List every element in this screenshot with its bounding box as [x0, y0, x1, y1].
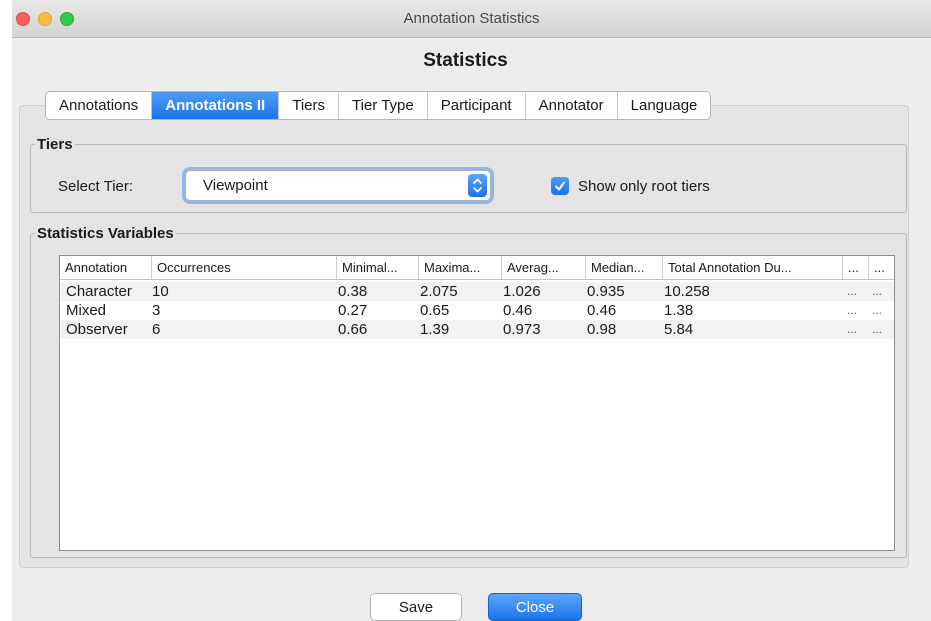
tab-annotations-ii[interactable]: Annotations II [152, 92, 280, 119]
cell-more-1: ... [847, 322, 858, 336]
tiers-group-legend: Tiers [37, 136, 73, 153]
cell-total-duration: 5.84 [664, 321, 694, 338]
tab-tier-type[interactable]: Tier Type [339, 92, 428, 119]
column-header-annotation[interactable]: Annotation [60, 256, 152, 280]
cell-minimal: 0.27 [338, 302, 368, 319]
show-root-tiers-label[interactable]: Show only root tiers [578, 178, 710, 195]
cell-average: 0.46 [503, 302, 533, 319]
cell-annotation: Mixed [66, 302, 107, 319]
cell-maximal: 1.39 [420, 321, 450, 338]
cell-more-1: ... [847, 284, 858, 298]
tier-select-value: Viewpoint [203, 177, 268, 194]
show-root-tiers-checkbox[interactable] [551, 177, 569, 195]
save-button[interactable]: Save [370, 593, 462, 621]
cell-maximal: 2.075 [420, 283, 458, 300]
window-title: Annotation Statistics [403, 10, 540, 27]
table-row[interactable]: Observer 6 0.66 1.39 0.973 0.98 5.84 ...… [60, 320, 894, 339]
title-bar[interactable]: Annotation Statistics [12, 0, 931, 38]
table-row[interactable]: Mixed 3 0.27 0.65 0.46 0.46 1.38 ... ... [60, 301, 894, 320]
statistics-variables-legend: Statistics Variables [37, 225, 174, 242]
cell-occurrences: 6 [152, 321, 161, 338]
column-header-maximal[interactable]: Maxima... [419, 256, 502, 280]
column-header-occurrences[interactable]: Occurrences [152, 256, 337, 280]
cell-average: 1.026 [503, 283, 541, 300]
cell-median: 0.46 [587, 302, 617, 319]
tier-select[interactable]: Viewpoint [185, 170, 491, 201]
table-header: Annotation Occurrences Minimal... Maxima… [60, 256, 894, 280]
cell-average: 0.973 [503, 321, 541, 338]
tab-bar: Annotations Annotations II Tiers Tier Ty… [45, 91, 712, 120]
column-header-median[interactable]: Median... [586, 256, 663, 280]
cell-annotation: Observer [66, 321, 128, 338]
cell-total-duration: 10.258 [664, 283, 710, 300]
column-header-average[interactable]: Averag... [502, 256, 586, 280]
column-header-total-duration[interactable]: Total Annotation Du... [663, 256, 843, 280]
column-header-minimal[interactable]: Minimal... [337, 256, 419, 280]
close-button[interactable]: Close [488, 593, 582, 621]
column-header-more-1[interactable]: ... [843, 256, 869, 280]
cell-occurrences: 10 [152, 283, 169, 300]
cell-median: 0.935 [587, 283, 625, 300]
cell-more-2: ... [872, 303, 883, 317]
tab-annotator[interactable]: Annotator [526, 92, 618, 119]
cell-total-duration: 1.38 [664, 302, 694, 319]
tab-language[interactable]: Language [618, 92, 711, 119]
cell-minimal: 0.66 [338, 321, 368, 338]
cell-maximal: 0.65 [420, 302, 450, 319]
cell-more-1: ... [847, 303, 858, 317]
statistics-table[interactable]: Annotation Occurrences Minimal... Maxima… [59, 255, 895, 551]
column-header-more-2[interactable]: ... [869, 256, 894, 280]
tab-participant[interactable]: Participant [428, 92, 526, 119]
cell-median: 0.98 [587, 321, 617, 338]
tab-annotations[interactable]: Annotations [46, 92, 153, 119]
select-arrows-icon[interactable] [468, 174, 487, 197]
cell-minimal: 0.38 [338, 283, 368, 300]
cell-occurrences: 3 [152, 302, 161, 319]
cell-annotation: Character [66, 283, 132, 300]
checkmark-icon [555, 181, 565, 191]
select-tier-label: Select Tier: [58, 178, 134, 195]
cell-more-2: ... [872, 284, 883, 298]
tab-tiers[interactable]: Tiers [279, 92, 340, 119]
cell-more-2: ... [872, 322, 883, 336]
table-row[interactable]: Character 10 0.38 2.075 1.026 0.935 10.2… [60, 282, 894, 301]
page-title: Statistics [423, 50, 508, 71]
